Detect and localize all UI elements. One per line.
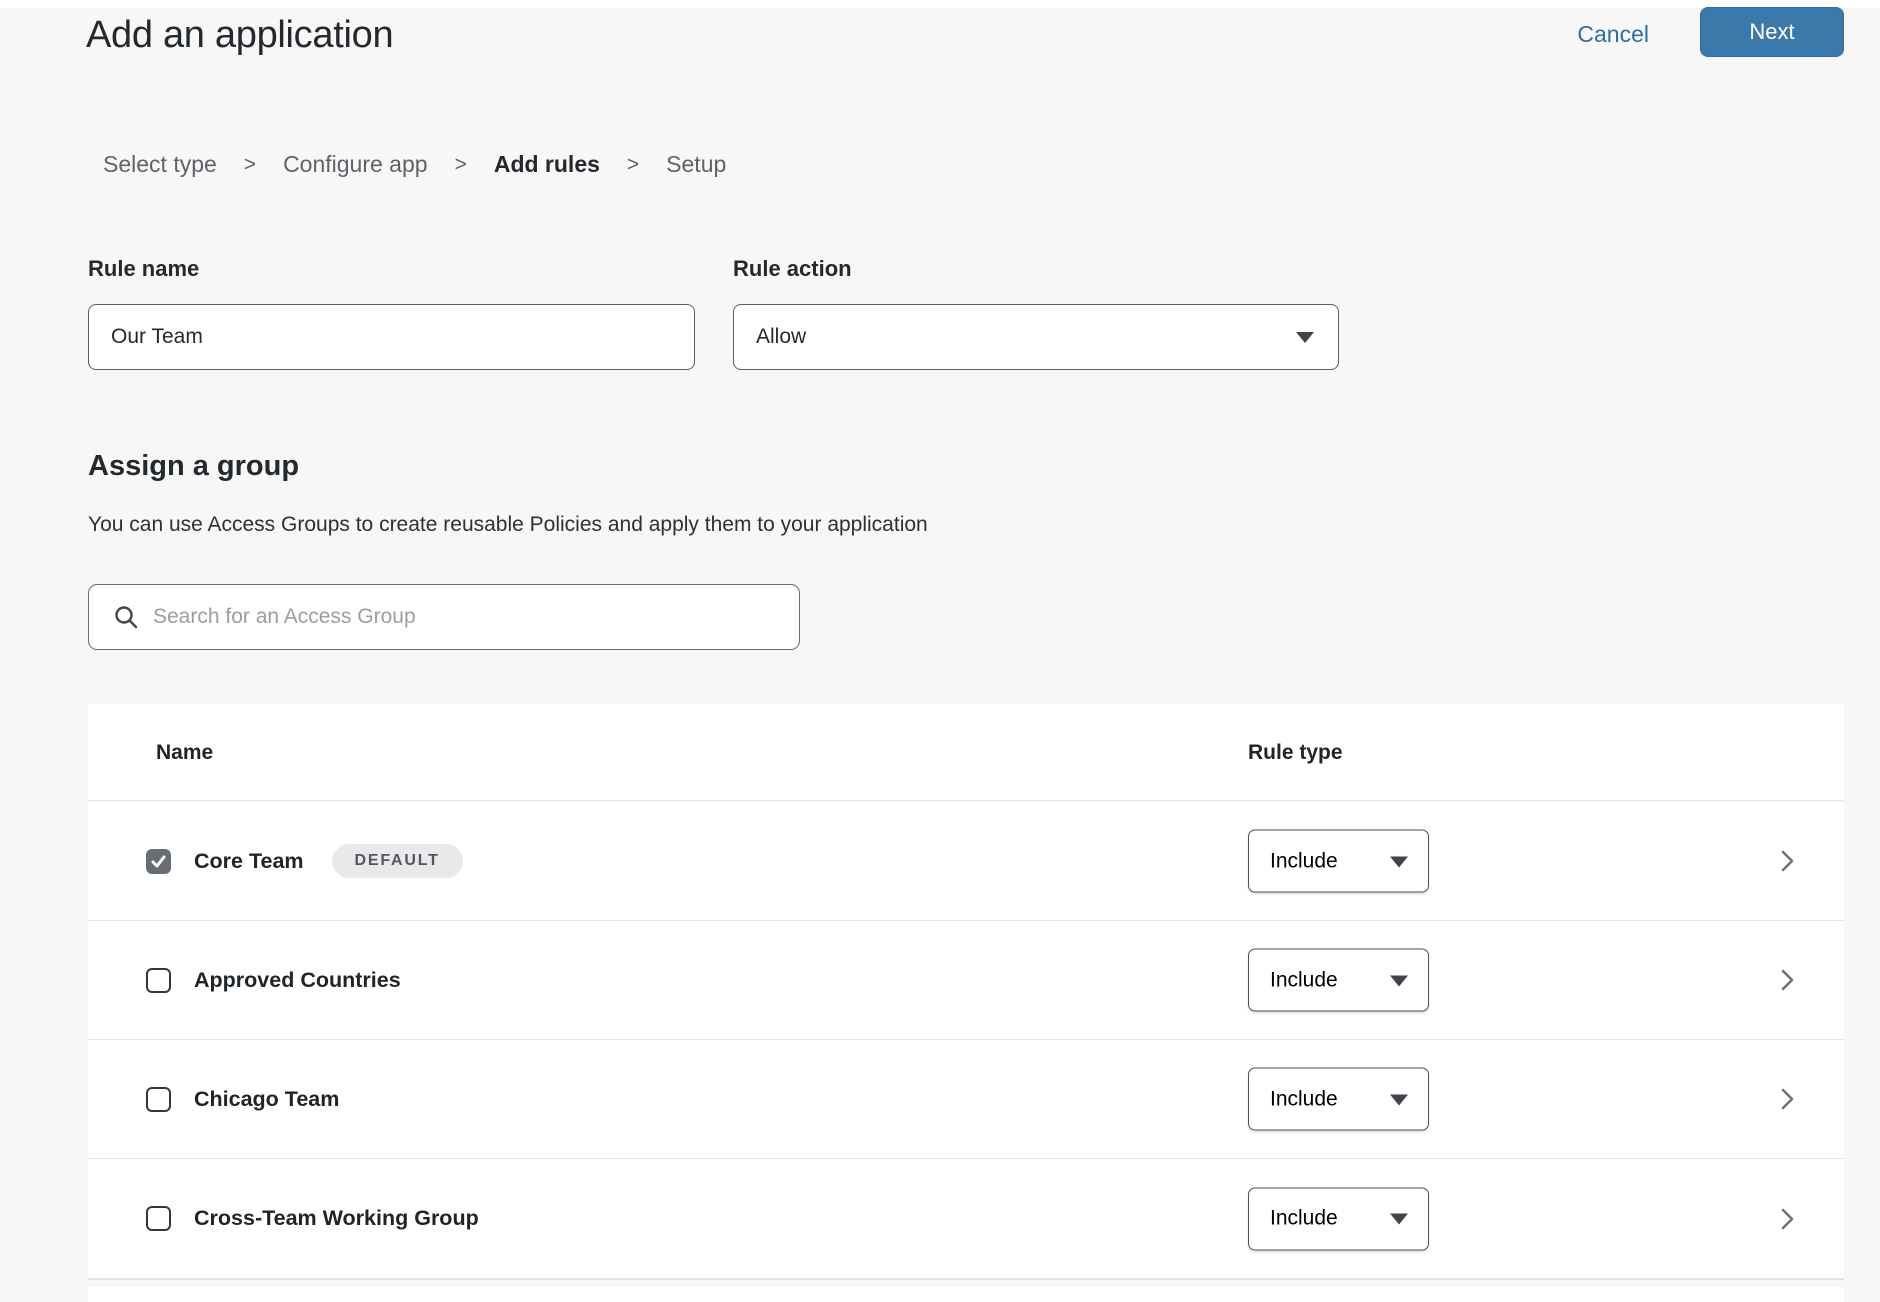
assign-group-heading: Assign a group xyxy=(88,450,299,483)
rule-type-value: Include xyxy=(1249,968,1338,992)
search-icon xyxy=(113,604,139,630)
step-select-type[interactable]: Select type xyxy=(103,151,217,178)
group-name: Cross-Team Working Group xyxy=(194,1206,479,1231)
table-row-cross-team-working-group: Cross-Team Working Group Include xyxy=(88,1159,1844,1278)
breadcrumb-separator: > xyxy=(244,153,256,177)
rule-name-input[interactable] xyxy=(88,304,695,370)
step-setup: Setup xyxy=(666,151,726,178)
row-expand-chevron[interactable] xyxy=(1774,1206,1800,1232)
top-divider xyxy=(0,0,1880,8)
cancel-button[interactable]: Cancel xyxy=(1577,20,1649,48)
rule-type-select[interactable]: Include xyxy=(1248,830,1429,893)
rule-type-select[interactable]: Include xyxy=(1248,1068,1429,1131)
groups-table-header: Name Rule type xyxy=(88,704,1844,801)
group-checkbox[interactable] xyxy=(146,1087,171,1112)
assign-group-description: You can use Access Groups to create reus… xyxy=(88,512,928,538)
search-input[interactable] xyxy=(153,587,799,647)
table-row-chicago-team: Chicago Team Include xyxy=(88,1040,1844,1159)
chevron-right-icon xyxy=(1775,1087,1799,1111)
chevron-down-icon xyxy=(1390,1214,1408,1225)
rule-type-value: Include xyxy=(1249,1207,1338,1231)
breadcrumb-separator: > xyxy=(455,153,467,177)
row-expand-chevron[interactable] xyxy=(1774,967,1800,993)
group-name: Approved Countries xyxy=(194,968,401,993)
rule-type-value: Include xyxy=(1249,849,1338,873)
add-application-page: Add an application Cancel Next Select ty… xyxy=(0,0,1880,1302)
group-name: Chicago Team xyxy=(194,1087,339,1112)
breadcrumb-separator: > xyxy=(627,153,639,177)
row-expand-chevron[interactable] xyxy=(1774,848,1800,874)
column-header-rule-type: Rule type xyxy=(1248,704,1343,801)
table-row-core-team: Core Team DEFAULT Include xyxy=(88,802,1844,921)
rule-type-select[interactable]: Include xyxy=(1248,949,1429,1012)
rule-action-value: Allow xyxy=(734,325,806,349)
group-checkbox[interactable] xyxy=(146,849,171,874)
group-checkbox[interactable] xyxy=(146,968,171,993)
page-title: Add an application xyxy=(86,10,393,60)
default-badge: DEFAULT xyxy=(332,844,463,878)
step-add-rules: Add rules xyxy=(494,151,600,178)
next-button[interactable]: Next xyxy=(1700,7,1844,57)
groups-table-body: Core Team DEFAULT Include Approved Count… xyxy=(88,802,1844,1280)
breadcrumb: Select type > Configure app > Add rules … xyxy=(103,151,726,178)
column-header-name: Name xyxy=(156,704,213,801)
chevron-right-icon xyxy=(1775,849,1799,873)
chevron-down-icon xyxy=(1390,856,1408,867)
chevron-right-icon xyxy=(1775,968,1799,992)
chevron-down-icon xyxy=(1390,1094,1408,1105)
checkmark-icon xyxy=(150,853,167,870)
rule-name-label: Rule name xyxy=(88,256,199,282)
step-configure-app[interactable]: Configure app xyxy=(283,151,428,178)
table-row-approved-countries: Approved Countries Include xyxy=(88,921,1844,1040)
row-expand-chevron[interactable] xyxy=(1774,1086,1800,1112)
group-name: Core Team xyxy=(194,849,304,874)
chevron-right-icon xyxy=(1775,1207,1799,1231)
next-row-partial xyxy=(88,1287,1844,1302)
rule-type-value: Include xyxy=(1249,1087,1338,1111)
rule-action-select[interactable]: Allow xyxy=(733,304,1339,370)
rule-action-label: Rule action xyxy=(733,256,852,282)
group-checkbox[interactable] xyxy=(146,1206,171,1231)
chevron-down-icon xyxy=(1390,975,1408,986)
chevron-down-icon xyxy=(1296,332,1314,343)
rule-type-select[interactable]: Include xyxy=(1248,1187,1429,1250)
access-group-search xyxy=(88,584,800,650)
